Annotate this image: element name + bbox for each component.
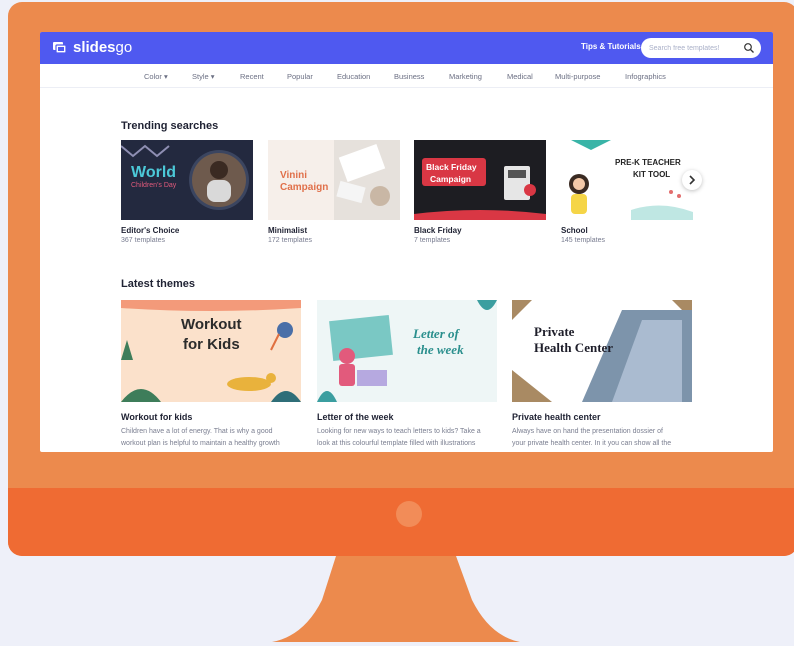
carousel-next-button[interactable] bbox=[682, 170, 702, 190]
school-thumbnail: PRE-K TEACHER KIT TOOL bbox=[561, 140, 693, 220]
black-friday-thumbnail: Black Friday Campaign bbox=[414, 140, 546, 220]
top-navbar: slidesgo Tips & Tutorials bbox=[40, 32, 773, 64]
health-thumb-line2: Health Center bbox=[534, 340, 614, 355]
theme-card-title: Private health center bbox=[512, 412, 601, 422]
trending-card-school[interactable]: PRE-K TEACHER KIT TOOL School 145 templa… bbox=[561, 140, 693, 244]
nav-item-style[interactable]: Style ▾ bbox=[192, 72, 215, 81]
teacher-illustration bbox=[569, 140, 693, 220]
trending-card-count: 7 templates bbox=[414, 237, 451, 244]
editors-thumb-title: World bbox=[131, 164, 177, 181]
nav-item-color[interactable]: Color ▾ bbox=[144, 72, 168, 81]
trending-card-name: School bbox=[561, 226, 588, 235]
health-thumbnail: Private Health Center bbox=[512, 300, 692, 402]
theme-card-desc-line2: workout plan is helpful to maintain a he… bbox=[121, 440, 280, 447]
school-thumb-line1: PRE-K TEACHER bbox=[615, 158, 681, 167]
theme-card-desc-line1: Children have a lot of energy. That is w… bbox=[121, 428, 273, 435]
editors-thumb-subtitle: Children's Day bbox=[131, 182, 177, 189]
trending-card-name: Editor's Choice bbox=[121, 226, 180, 235]
nav-item-education[interactable]: Education bbox=[337, 72, 370, 81]
search-box[interactable] bbox=[641, 38, 761, 58]
theme-card-title: Letter of the week bbox=[317, 412, 394, 422]
nav-item-medical[interactable]: Medical bbox=[507, 72, 533, 81]
logo-wordmark-bold: slides bbox=[73, 39, 116, 56]
trending-card-black-friday[interactable]: Black Friday Campaign Black Friday 7 tem… bbox=[414, 140, 546, 244]
theme-card-desc-line1: Always have on hand the presentation dos… bbox=[512, 428, 663, 435]
minimalist-thumb-line1: Vinini bbox=[280, 170, 308, 181]
trending-card-count: 172 templates bbox=[268, 237, 312, 244]
tips-tutorials-link[interactable]: Tips & Tutorials bbox=[581, 42, 641, 51]
health-thumb-line1: Private bbox=[534, 324, 575, 339]
minimalist-thumb-line2: Campaign bbox=[280, 182, 329, 193]
classroom-illustration bbox=[317, 300, 497, 402]
slides-logo-icon bbox=[53, 42, 67, 54]
chevron-right-icon bbox=[689, 175, 696, 185]
category-nav: Color ▾ Style ▾ Recent Popular Education… bbox=[40, 64, 773, 88]
letter-thumb-line1: Letter of bbox=[413, 326, 459, 341]
trending-searches-title: Trending searches bbox=[121, 120, 219, 132]
workout-thumb-line1: Workout bbox=[181, 316, 242, 333]
theme-card-desc-line2: your private health center. In it you ca… bbox=[512, 440, 672, 447]
theme-card-workout-for-kids[interactable]: Workout for Kids Workout for kids Childr… bbox=[121, 300, 301, 447]
trending-card-count: 145 templates bbox=[561, 237, 605, 244]
search-input[interactable] bbox=[649, 42, 741, 54]
nav-item-multi-purpose[interactable]: Multi-purpose bbox=[555, 72, 600, 81]
nav-item-recent[interactable]: Recent bbox=[240, 72, 264, 81]
editors-choice-thumbnail: World Children's Day bbox=[121, 140, 253, 220]
letter-thumb-line2: the week bbox=[417, 342, 464, 357]
trending-card-count: 367 templates bbox=[121, 237, 165, 244]
black-friday-thumb-line2: Campaign bbox=[430, 174, 472, 184]
theme-card-title: Workout for kids bbox=[121, 412, 193, 422]
trending-card-name: Black Friday bbox=[414, 226, 462, 235]
trending-card-name: Minimalist bbox=[268, 226, 308, 235]
trending-card-editors-choice[interactable]: World Children's Day Editor's Choice 367… bbox=[121, 140, 253, 244]
nav-item-marketing[interactable]: Marketing bbox=[449, 72, 482, 81]
monitor-illustration: slidesgo Tips & Tutorials Color ▾ Style … bbox=[0, 0, 794, 646]
black-friday-thumb-line1: Black Friday bbox=[426, 162, 477, 172]
browser-screen: slidesgo Tips & Tutorials Color ▾ Style … bbox=[40, 32, 773, 452]
search-icon[interactable] bbox=[743, 42, 755, 54]
theme-card-letter-of-the-week[interactable]: Letter of the week Letter of the week Lo… bbox=[317, 300, 497, 447]
nav-item-infographics[interactable]: Infographics bbox=[625, 72, 666, 81]
minimalist-thumbnail: Vinini Campaign bbox=[268, 140, 400, 220]
latest-themes-title: Latest themes bbox=[121, 278, 195, 290]
trending-card-minimalist[interactable]: Vinini Campaign Minimalist 172 templates bbox=[268, 140, 400, 244]
logo-wordmark-light: go bbox=[115, 39, 133, 56]
letter-thumbnail: Letter of the week bbox=[317, 300, 497, 402]
theme-card-private-health-center[interactable]: Private Health Center Private health cen… bbox=[512, 300, 692, 447]
school-thumb-line2: KIT TOOL bbox=[633, 170, 671, 179]
theme-card-desc-line1: Looking for new ways to teach letters to… bbox=[317, 428, 481, 435]
workout-thumbnail: Workout for Kids bbox=[121, 300, 301, 402]
nav-item-business[interactable]: Business bbox=[394, 72, 424, 81]
theme-card-desc-line2: look at this colourful template filled w… bbox=[317, 440, 476, 447]
slidesgo-logo[interactable]: slidesgo bbox=[52, 39, 132, 56]
workout-thumb-line2: for Kids bbox=[183, 336, 240, 353]
nav-item-popular[interactable]: Popular bbox=[287, 72, 313, 81]
